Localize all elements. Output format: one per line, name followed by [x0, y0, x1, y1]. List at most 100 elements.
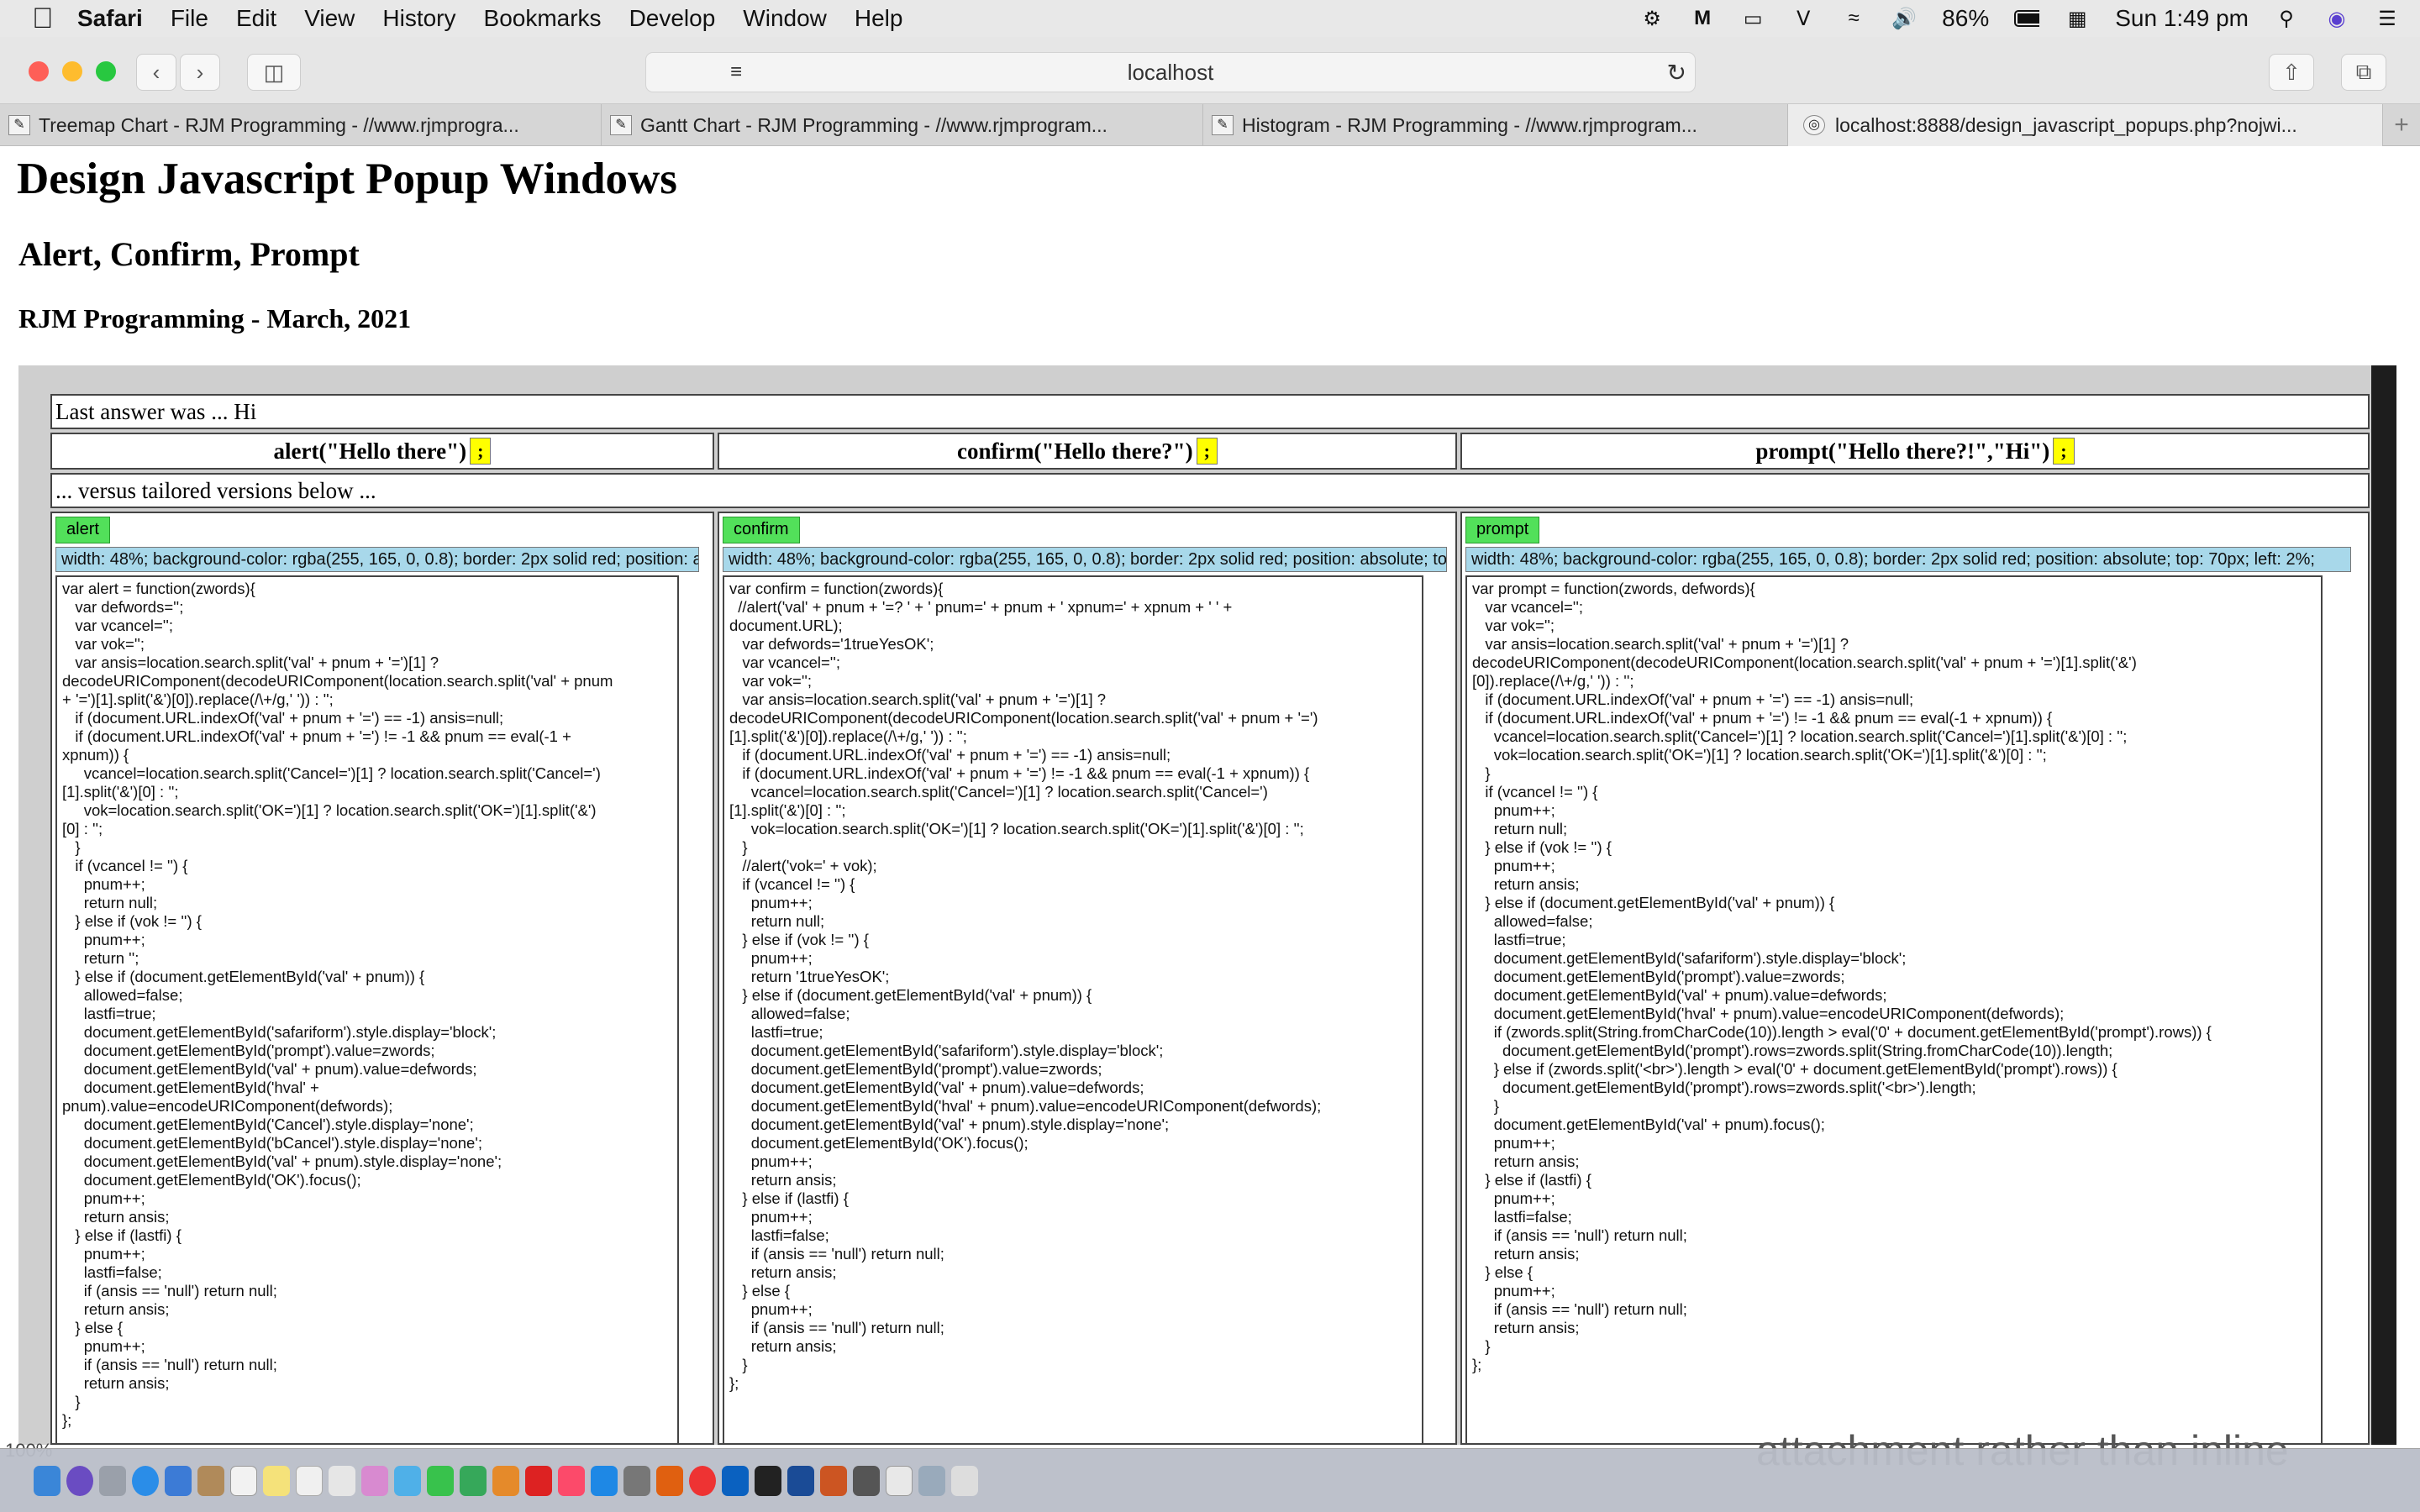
- calendar-icon[interactable]: ▦: [2065, 8, 2090, 30]
- app-icon-generic[interactable]: [853, 1465, 880, 1496]
- downloads-folder-icon[interactable]: [918, 1465, 945, 1496]
- confirm-call-text: confirm("Hello there?"): [957, 438, 1193, 464]
- new-tab-icon[interactable]: +: [2383, 104, 2420, 146]
- finder-icon[interactable]: [34, 1465, 60, 1496]
- menu-clock[interactable]: Sun 1:49 pm: [2115, 5, 2249, 32]
- tabs-overview-icon[interactable]: ⧉: [2341, 54, 2386, 91]
- opera-icon[interactable]: [689, 1465, 716, 1496]
- forward-icon[interactable]: ›: [180, 54, 220, 91]
- trash-icon[interactable]: [951, 1465, 978, 1496]
- notes-icon[interactable]: [263, 1465, 290, 1496]
- photoshop-icon[interactable]: [722, 1465, 749, 1496]
- messages-icon[interactable]: [394, 1465, 421, 1496]
- confirm-demo-header: confirm("Hello there?") ;: [718, 433, 1457, 470]
- prompt-column: prompt width: 48%; background-color: rgb…: [1460, 512, 2370, 1445]
- web-page: Design Javascript Popup Windows Alert, C…: [8, 147, 2403, 1445]
- preview-icon[interactable]: [886, 1465, 913, 1496]
- tab-bar: ✎ Treemap Chart - RJM Programming - //www…: [0, 104, 2420, 146]
- prompt-run-button[interactable]: ;: [2053, 438, 2075, 465]
- page-title: Design Javascript Popup Windows: [17, 155, 677, 203]
- siri-icon[interactable]: ◉: [2324, 8, 2349, 30]
- alert-run-button[interactable]: ;: [470, 438, 492, 465]
- favicon-icon: ✎: [610, 115, 632, 135]
- prompt-button[interactable]: prompt: [1465, 517, 1540, 543]
- tab-gantt[interactable]: ✎ Gantt Chart - RJM Programming - //www.r…: [602, 104, 1203, 146]
- page-subtitle: Alert, Confirm, Prompt: [18, 235, 360, 273]
- sidebar-toggle-icon[interactable]: ◫: [247, 54, 301, 91]
- page-byline: RJM Programming - March, 2021: [18, 303, 412, 333]
- confirm-style-input[interactable]: width: 48%; background-color: rgba(255, …: [723, 547, 1447, 572]
- safari-toolbar: ‹ › ◫ ◐ ≡ localhost ↻ ⇧ ⧉: [0, 37, 2420, 104]
- minimize-window-button[interactable]: [62, 61, 82, 81]
- alert-button[interactable]: alert: [55, 517, 110, 543]
- address-bar[interactable]: ≡ localhost ↻: [645, 52, 1696, 92]
- contacts-icon[interactable]: [197, 1465, 224, 1496]
- confirm-column: confirm width: 48%; background-color: rg…: [718, 512, 1457, 1445]
- address-text: localhost: [1127, 59, 1214, 85]
- safari-icon[interactable]: [132, 1465, 159, 1496]
- notification-center-icon[interactable]: ☰: [2375, 8, 2400, 30]
- alert-demo-header: alert("Hello there") ;: [50, 433, 714, 470]
- spotlight-search-icon[interactable]: ⚲: [2274, 8, 2299, 30]
- confirm-code-textarea[interactable]: var confirm = function(zwords){ //alert(…: [723, 575, 1423, 1443]
- reload-icon[interactable]: ↻: [1667, 59, 1686, 87]
- zoom-window-button[interactable]: [96, 61, 116, 81]
- tab-label: Histogram - RJM Programming - //www.rjmp…: [1242, 113, 1697, 136]
- bluetooth-icon[interactable]: ᐯ: [1791, 8, 1816, 30]
- filezilla-icon[interactable]: [820, 1465, 847, 1496]
- menu-history[interactable]: History: [382, 5, 455, 32]
- maps-icon[interactable]: [329, 1465, 355, 1496]
- news-icon[interactable]: [525, 1465, 552, 1496]
- system-preferences-icon[interactable]: [623, 1465, 650, 1496]
- tab-treemap[interactable]: ✎ Treemap Chart - RJM Programming - //www…: [0, 104, 602, 146]
- mail-icon[interactable]: [165, 1465, 192, 1496]
- menu-file[interactable]: File: [171, 5, 208, 32]
- photos-icon[interactable]: [361, 1465, 388, 1496]
- reminders-icon[interactable]: [296, 1465, 323, 1496]
- menu-edit[interactable]: Edit: [236, 5, 276, 32]
- back-icon[interactable]: ‹: [136, 54, 176, 91]
- tab-label: localhost:8888/design_javascript_popups.…: [1835, 113, 2297, 136]
- apple-menu-icon[interactable]: : [32, 4, 55, 33]
- menu-develop[interactable]: Develop: [629, 5, 716, 32]
- status-app-icon[interactable]: ⚙: [1639, 8, 1665, 30]
- wifi-icon[interactable]: ≈: [1841, 7, 1866, 29]
- siri-dock-icon[interactable]: [66, 1465, 93, 1496]
- reader-icon[interactable]: ≡: [730, 60, 742, 84]
- tab-localhost-active[interactable]: ◎ localhost:8888/design_javascript_popups…: [1788, 104, 2383, 146]
- popup-demo-area: Last answer was ... Hi alert("Hello ther…: [18, 365, 2396, 1445]
- confirm-run-button[interactable]: ;: [1196, 438, 1218, 465]
- calendar-dock-icon[interactable]: [230, 1465, 257, 1496]
- alert-style-input[interactable]: width: 48%; background-color: rgba(255, …: [55, 547, 699, 572]
- macos-menubar:  Safari File Edit View History Bookmark…: [0, 0, 2420, 37]
- menu-help[interactable]: Help: [855, 5, 903, 32]
- alert-code-textarea[interactable]: var alert = function(zwords){ var defwor…: [55, 575, 679, 1443]
- prompt-style-input[interactable]: width: 48%; background-color: rgba(255, …: [1465, 547, 2351, 572]
- close-window-button[interactable]: [29, 61, 49, 81]
- scroll-frame-edge: [2371, 365, 2396, 1445]
- launchpad-icon[interactable]: [99, 1465, 126, 1496]
- music-icon[interactable]: [558, 1465, 585, 1496]
- malwarebytes-icon[interactable]: M: [1690, 7, 1715, 29]
- menu-view[interactable]: View: [304, 5, 355, 32]
- xcode-icon[interactable]: [787, 1465, 814, 1496]
- confirm-button[interactable]: confirm: [723, 517, 800, 543]
- versus-row: ... versus tailored versions below ...: [50, 473, 2370, 508]
- firefox-icon[interactable]: [656, 1465, 683, 1496]
- battery-icon[interactable]: [2014, 8, 2040, 29]
- pages-icon[interactable]: [492, 1465, 519, 1496]
- volume-icon[interactable]: 🔊: [1891, 8, 1917, 30]
- share-icon[interactable]: ⇧: [2269, 54, 2314, 91]
- terminal-icon[interactable]: [755, 1465, 781, 1496]
- globe-icon: ◎: [1803, 115, 1825, 135]
- menu-app-name[interactable]: Safari: [77, 5, 143, 32]
- menu-bookmarks[interactable]: Bookmarks: [484, 5, 602, 32]
- tab-histogram[interactable]: ✎ Histogram - RJM Programming - //www.rjm…: [1203, 104, 1788, 146]
- numbers-icon[interactable]: [460, 1465, 487, 1496]
- airplay-icon[interactable]: ▭: [1740, 8, 1765, 30]
- alert-column: alert width: 48%; background-color: rgba…: [50, 512, 714, 1445]
- facetime-icon[interactable]: [427, 1465, 454, 1496]
- prompt-code-textarea[interactable]: var prompt = function(zwords, defwords){…: [1465, 575, 2323, 1443]
- menu-window[interactable]: Window: [743, 5, 827, 32]
- app-store-icon[interactable]: [591, 1465, 618, 1496]
